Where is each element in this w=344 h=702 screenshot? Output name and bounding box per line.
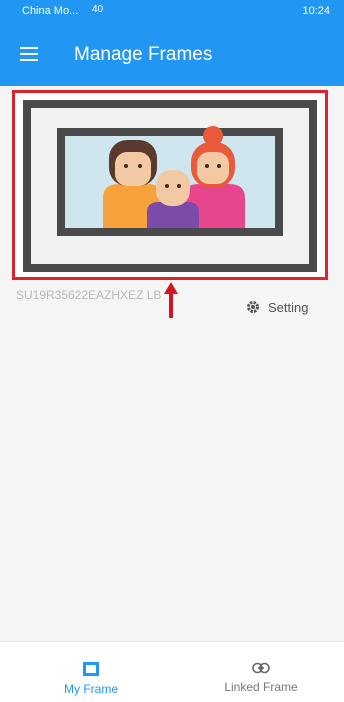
clock-label: 10:24 — [302, 5, 330, 17]
page-title: Manage Frames — [74, 44, 213, 65]
hamburger-icon[interactable] — [20, 47, 38, 61]
nav-my-frame[interactable]: My Frame — [36, 642, 146, 702]
frame-serial-number: SU19R35622EAZHXEZ LB — [16, 288, 162, 302]
frame-list: SU19R35622EAZHXEZ LB Setting — [0, 86, 344, 641]
status-bar: China Mo... 40 10:24 — [0, 0, 344, 24]
frame-thumbnail-image — [23, 100, 317, 272]
nav-my-frame-label: My Frame — [64, 682, 118, 696]
frame-icon — [83, 662, 99, 676]
nav-linked-frame-label: Linked Frame — [224, 680, 298, 694]
arrow-up-icon — [164, 282, 178, 318]
carrier-label: China Mo... — [22, 5, 79, 17]
frame-card[interactable] — [12, 90, 328, 280]
gear-icon — [247, 301, 259, 313]
nav-linked-frame[interactable]: Linked Frame — [206, 642, 316, 702]
bottom-nav: My Frame Linked Frame — [0, 641, 344, 702]
network-speed-label: 40 — [92, 4, 104, 15]
setting-label: Setting — [268, 300, 309, 315]
link-icon — [252, 662, 270, 674]
app-bar: Manage Frames — [0, 24, 344, 86]
setting-button[interactable]: Setting — [246, 300, 308, 315]
